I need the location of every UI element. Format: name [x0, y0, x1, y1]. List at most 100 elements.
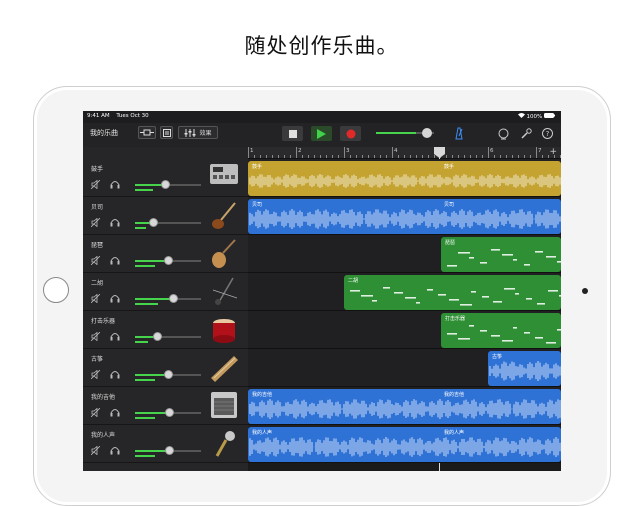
- add-section-icon[interactable]: +: [549, 147, 557, 157]
- stop-icon: [288, 129, 297, 138]
- battery-icon: [544, 113, 555, 120]
- track-header[interactable]: 二胡: [83, 273, 248, 311]
- volume-slider-knob[interactable]: [164, 370, 173, 379]
- ruler-tick: [380, 155, 381, 158]
- headphones-icon[interactable]: [110, 370, 120, 379]
- headphones-icon[interactable]: [110, 180, 120, 189]
- my-songs-button[interactable]: 我的乐曲: [90, 128, 118, 138]
- ruler-tick: [464, 155, 465, 158]
- headphones-icon[interactable]: [110, 218, 120, 227]
- ruler-tick: [284, 155, 285, 158]
- browser-button[interactable]: [138, 126, 156, 139]
- track-name: 我的人声: [91, 432, 116, 439]
- mute-icon[interactable]: [91, 370, 100, 379]
- track-headers: 鼓手贝司琵琶 二胡 打击乐器 古筝 我的吉他我的人声: [83, 147, 248, 471]
- ruler-tick: [470, 155, 471, 158]
- stop-button[interactable]: [282, 126, 303, 141]
- mute-icon[interactable]: [91, 294, 100, 303]
- mute-icon[interactable]: [91, 256, 100, 265]
- erhu-icon[interactable]: [209, 276, 239, 308]
- region-content: [249, 209, 561, 229]
- track-header[interactable]: 琵琶: [83, 235, 248, 273]
- loop-button[interactable]: [498, 128, 509, 142]
- track-header[interactable]: 我的吉他: [83, 387, 248, 425]
- track-lane[interactable]: 鼓手 鼓手: [248, 159, 561, 197]
- track-name: 贝司: [91, 204, 104, 211]
- ruler-tick: [392, 147, 393, 158]
- mute-icon[interactable]: [91, 332, 100, 341]
- ruler-tick: [368, 155, 369, 158]
- ruler-tick: [512, 155, 513, 158]
- volume-slider-knob[interactable]: [161, 180, 170, 189]
- track-lane[interactable]: 古筝: [248, 349, 561, 387]
- volume-slider-knob[interactable]: [165, 408, 174, 417]
- headphones-icon[interactable]: [110, 294, 120, 303]
- ruler-bar-number: 7: [538, 148, 542, 154]
- track-region[interactable]: 琵琶: [441, 237, 561, 272]
- region-content: [249, 399, 561, 419]
- metronome-button[interactable]: [454, 126, 464, 142]
- track-region[interactable]: 二胡: [344, 275, 561, 310]
- playhead-handle-icon[interactable]: [434, 147, 445, 158]
- track-lane[interactable]: 贝司 贝司: [248, 197, 561, 235]
- ruler-tick: [416, 155, 417, 158]
- guzheng-icon[interactable]: [209, 352, 239, 384]
- track-header[interactable]: 鼓手: [83, 159, 248, 197]
- mute-icon[interactable]: [91, 408, 100, 417]
- mute-icon[interactable]: [91, 180, 100, 189]
- drum-machine-icon[interactable]: [209, 162, 239, 194]
- track-lane[interactable]: 我的吉他 我的吉他: [248, 387, 561, 425]
- headphones-icon[interactable]: [110, 408, 120, 417]
- microphone-icon[interactable]: [209, 428, 239, 460]
- volume-slider-knob[interactable]: [153, 332, 162, 341]
- mixer-effects-button[interactable]: 效果: [178, 126, 218, 139]
- mute-icon[interactable]: [91, 218, 100, 227]
- tracks-view-button[interactable]: [160, 126, 173, 139]
- track-header[interactable]: 我的人声: [83, 425, 248, 463]
- volume-slider-fill: [135, 298, 173, 300]
- volume-slider-track[interactable]: [157, 336, 201, 338]
- volume-slider-knob[interactable]: [164, 256, 173, 265]
- volume-slider-knob[interactable]: [165, 446, 174, 455]
- help-icon: ?: [542, 128, 553, 139]
- bass-guitar-icon[interactable]: [209, 200, 239, 232]
- volume-slider-knob[interactable]: [149, 218, 158, 227]
- region-label: 琵琶: [445, 240, 456, 246]
- ruler-tick: [374, 155, 375, 158]
- play-icon: [317, 128, 326, 139]
- status-right: 100%: [517, 113, 555, 120]
- track-lane[interactable]: 琵琶: [248, 235, 561, 273]
- home-button[interactable]: [43, 277, 69, 303]
- track-header[interactable]: 打击乐器: [83, 311, 248, 349]
- track-header[interactable]: 贝司: [83, 197, 248, 235]
- track-header[interactable]: 古筝: [83, 349, 248, 387]
- track-region[interactable]: 贝司 贝司: [248, 199, 561, 234]
- ruler-tick: [560, 155, 561, 158]
- help-button[interactable]: ?: [542, 128, 553, 141]
- track-lane[interactable]: 我的人声 我的人声: [248, 425, 561, 463]
- master-volume-knob[interactable]: [422, 128, 432, 138]
- track-region[interactable]: 我的吉他 我的吉他: [248, 389, 561, 424]
- headphones-icon[interactable]: [110, 256, 120, 265]
- track-region[interactable]: 打击乐器: [441, 313, 561, 348]
- mute-icon[interactable]: [91, 446, 100, 455]
- record-button[interactable]: [340, 126, 361, 141]
- headphones-icon[interactable]: [110, 332, 120, 341]
- ruler[interactable]: 1234567: [248, 147, 561, 159]
- chinese-drum-icon[interactable]: [209, 314, 239, 346]
- track-region[interactable]: 鼓手 鼓手: [248, 161, 561, 196]
- track-lane[interactable]: 打击乐器: [248, 311, 561, 349]
- volume-slider-track[interactable]: [165, 184, 201, 186]
- track-region[interactable]: 我的人声 我的人声: [248, 427, 561, 462]
- guitar-amp-icon[interactable]: [209, 390, 239, 422]
- track-lane[interactable]: 二胡: [248, 273, 561, 311]
- ruler-tick: [320, 155, 321, 158]
- play-button[interactable]: [311, 126, 332, 141]
- headphones-icon[interactable]: [110, 446, 120, 455]
- region-label: 鼓手: [252, 164, 263, 170]
- volume-slider-track[interactable]: [153, 222, 201, 224]
- settings-button[interactable]: [521, 128, 532, 141]
- track-region[interactable]: 古筝: [488, 351, 561, 386]
- pipa-icon[interactable]: [209, 238, 239, 270]
- volume-slider-knob[interactable]: [169, 294, 178, 303]
